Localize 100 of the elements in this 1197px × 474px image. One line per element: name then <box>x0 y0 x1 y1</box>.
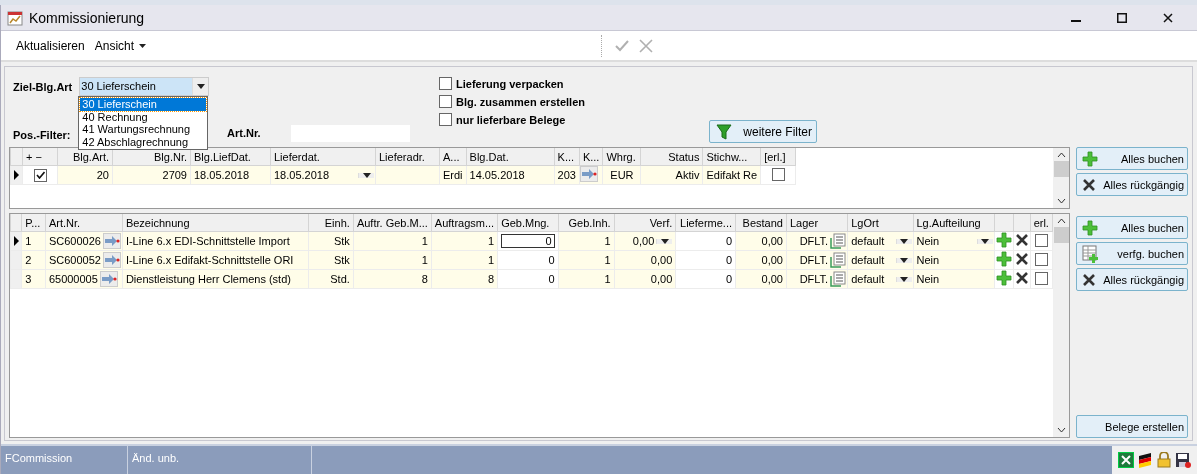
caret-icon <box>362 172 371 178</box>
checkbox-label: Blg. zusammen erstellen <box>456 95 585 108</box>
scrollbar[interactable] <box>1053 214 1069 437</box>
create-documents-button[interactable]: Belege erstellen <box>1076 415 1188 438</box>
dropdown-button[interactable] <box>192 78 209 95</box>
field-label: Pos.-Filter: <box>13 129 71 143</box>
dropdown-button[interactable] <box>895 238 912 244</box>
caret-icon <box>139 43 147 48</box>
cell-text: DFLT. <box>798 254 829 266</box>
column-header[interactable]: Auftr. Geb.M... <box>353 214 432 232</box>
spreadsheet-icon[interactable] <box>1118 452 1134 468</box>
scroll-down-icon[interactable] <box>1056 427 1066 433</box>
checkbox[interactable] <box>33 168 47 182</box>
cell-text: default <box>851 273 886 285</box>
checkbox[interactable] <box>439 95 452 108</box>
caret-icon <box>981 238 990 244</box>
cell-text: 0,00 <box>631 235 655 247</box>
checkbox[interactable] <box>439 113 452 126</box>
checkbox[interactable] <box>1034 252 1048 266</box>
filter-button[interactable]: weitere Filter <box>709 120 817 143</box>
undo-all-button[interactable]: Alles rückgängig <box>1076 268 1188 291</box>
column-header[interactable]: Geb.Inh. <box>558 214 615 232</box>
dropdown-button[interactable] <box>976 238 993 244</box>
caret-icon <box>900 276 908 282</box>
column-header[interactable]: [erl.] <box>760 148 796 166</box>
scroll-thumb[interactable] <box>1053 227 1069 243</box>
column-header[interactable]: erl. <box>1030 214 1053 232</box>
column-header[interactable]: Lieferdat. <box>270 148 376 166</box>
cell-text: SC600052 <box>48 254 101 266</box>
dropdown-button[interactable] <box>358 172 374 178</box>
scroll-up-icon[interactable] <box>1056 218 1066 224</box>
status-field: Änd. unb. <box>128 446 312 474</box>
column-header[interactable]: Stichw... <box>702 148 761 166</box>
undo-all-button[interactable]: Alles rückgängig <box>1076 173 1188 196</box>
cell-text: default <box>851 235 886 247</box>
dropdown-button[interactable] <box>656 238 673 244</box>
scroll-up-icon[interactable] <box>1056 152 1066 158</box>
column-header[interactable]: Lieferme... <box>675 214 736 232</box>
column-header[interactable]: K... <box>579 148 603 166</box>
column-header[interactable]: Bestand <box>735 214 787 232</box>
column-header[interactable]: + − <box>22 148 58 166</box>
column-header[interactable]: Geb.Mng. <box>497 214 559 232</box>
close-icon <box>1082 177 1096 192</box>
checkbox[interactable] <box>1034 271 1048 285</box>
close-icon[interactable] <box>1163 12 1173 23</box>
check-icon <box>35 171 45 179</box>
book-available-button[interactable]: verfg. buchen <box>1076 242 1188 265</box>
column-header[interactable]: Lg.Aufteilung <box>913 214 995 232</box>
column-header[interactable]: Art.Nr. <box>45 214 123 232</box>
column-header[interactable]: K... <box>554 148 580 166</box>
dropdown-option[interactable]: 41 Wartungsrechnung <box>80 123 207 136</box>
checkbox[interactable] <box>771 167 785 181</box>
column-header[interactable]: A... <box>439 148 467 166</box>
undo-icon[interactable] <box>1014 233 1029 247</box>
column-header[interactable]: Einh. <box>308 214 354 232</box>
cell-text: Nein <box>916 235 941 247</box>
cell-text: 18.05.2018 <box>274 169 331 181</box>
dropdown-option[interactable]: 30 Lieferschein <box>80 98 207 111</box>
column-header[interactable]: Auftragsm... <box>431 214 498 232</box>
dropdown-button[interactable] <box>895 276 912 282</box>
undo-icon[interactable] <box>1014 271 1029 285</box>
checkbox-label: Lieferung verpacken <box>456 77 564 90</box>
funnel-icon <box>716 123 732 140</box>
checkbox[interactable] <box>439 77 452 90</box>
column-header[interactable]: LgOrt <box>847 214 913 232</box>
column-header[interactable]: Blg.Dat. <box>466 148 555 166</box>
field-label: Art.Nr. <box>226 127 261 141</box>
column-header[interactable]: Lieferadr. <box>375 148 440 166</box>
scrollbar[interactable] <box>1053 148 1069 208</box>
cell-text: default <box>851 254 886 266</box>
refresh-button[interactable]: Aktualisieren <box>11 36 90 55</box>
column-header[interactable]: Verf. <box>614 214 676 232</box>
maximize-icon[interactable] <box>1117 12 1127 23</box>
column-header[interactable]: Whrg. <box>602 148 641 166</box>
checkbox[interactable] <box>1034 233 1048 247</box>
plus-icon <box>1082 219 1098 236</box>
cell-text: 65000005 <box>48 273 98 285</box>
book-all-button[interactable]: Alles buchen <box>1076 216 1188 239</box>
dropdown-option[interactable]: 40 Rechnung <box>80 110 207 123</box>
column-header[interactable]: Status <box>640 148 703 166</box>
field-label: Ziel-Blg.Art <box>13 80 73 93</box>
save-icon[interactable] <box>1175 452 1191 468</box>
lock-icon[interactable] <box>1156 452 1172 468</box>
input-field[interactable]: 0 <box>501 234 555 248</box>
cell-text: DFLT. <box>798 273 829 285</box>
scroll-thumb[interactable] <box>1053 161 1069 177</box>
dropdown-button[interactable] <box>895 257 912 263</box>
column-header[interactable]: P... <box>21 214 46 232</box>
dropdown-option[interactable]: 42 Abschlagrechnung <box>80 135 207 148</box>
undo-icon[interactable] <box>1014 252 1029 266</box>
view-menu[interactable]: Ansicht <box>89 36 152 55</box>
flag-icon[interactable] <box>1137 452 1153 468</box>
scroll-down-icon[interactable] <box>1056 198 1066 204</box>
column-header[interactable]: Lager <box>786 214 848 232</box>
book-all-button[interactable]: Alles buchen <box>1076 147 1188 170</box>
calendar-chart-icon <box>7 9 23 26</box>
column-header[interactable]: Bezeichnung <box>122 214 309 232</box>
caret-icon <box>196 84 205 89</box>
column-header[interactable]: Blg.LiefDat. <box>190 148 271 166</box>
window-title: Kommissionierung <box>29 9 146 26</box>
